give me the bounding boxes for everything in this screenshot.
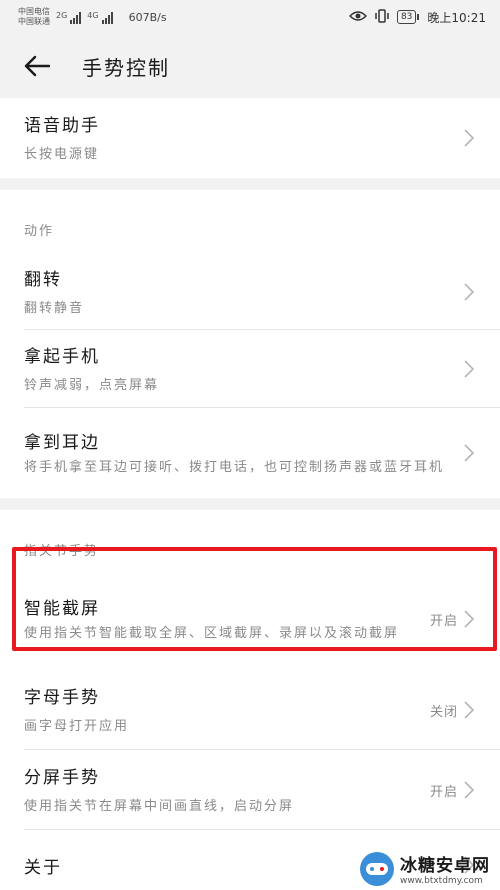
- row-title: 智能截屏: [24, 599, 100, 619]
- eye-icon: [348, 10, 368, 25]
- signal-bars-icon: [70, 11, 82, 24]
- chevron-right-icon: [464, 359, 476, 379]
- section-gap: [0, 178, 500, 190]
- row-title: 拿起手机: [24, 347, 100, 367]
- row-title: 字母手势: [24, 688, 100, 708]
- row-flip[interactable]: 翻转 翻转静音: [0, 254, 500, 330]
- row-right: [464, 128, 476, 148]
- status-right: 83 晚上10:21: [348, 8, 486, 26]
- status-value: 开启: [429, 613, 458, 629]
- row-right: 关闭: [430, 700, 476, 720]
- signal-bars-icon: [101, 11, 113, 24]
- row-right: [464, 443, 476, 463]
- row-title: 翻转: [24, 270, 62, 290]
- header: 手势控制: [0, 34, 500, 98]
- chevron-right-icon: [464, 443, 476, 463]
- row-text: 智能截屏 使用指关节智能截取全屏、区域截屏、录屏以及滚动截屏: [24, 594, 416, 644]
- page-title: 手势控制: [82, 55, 170, 80]
- status-value: 开启: [429, 784, 458, 800]
- row-text: 字母手势 画字母打开应用: [24, 683, 416, 737]
- row-right: 开启: [430, 609, 476, 629]
- carrier-1: 中国电信: [18, 7, 50, 16]
- row-text: 分屏手势 使用指关节在屏幕中间画直线，启动分屏: [24, 763, 416, 817]
- row-subtitle: 将手机拿至耳边可接听、拨打电话，也可控制扬声器或蓝牙耳机: [24, 460, 445, 475]
- network-type-1: 2G: [56, 10, 68, 20]
- knuckle-section: 指关节手势 智能截屏 使用指关节智能截取全屏、区域截屏、录屏以及滚动截屏 开启 …: [0, 510, 500, 890]
- row-text: 拿起手机 铃声减弱，点亮屏幕: [24, 342, 450, 396]
- row-right: [464, 282, 476, 302]
- watermark-text: 冰糖安卓网 www.btxtdmy.com: [400, 851, 490, 886]
- chevron-right-icon: [464, 700, 476, 720]
- watermark-url: www.btxtdmy.com: [400, 876, 483, 886]
- row-pick-up-phone[interactable]: 拿起手机 铃声减弱，点亮屏幕: [0, 330, 500, 408]
- signal-1: 2G: [56, 10, 82, 24]
- section-label-knuckle: 指关节手势: [0, 510, 500, 568]
- row-smart-screenshot[interactable]: 智能截屏 使用指关节智能截取全屏、区域截屏、录屏以及滚动截屏 开启: [0, 568, 500, 670]
- watermark: 冰糖安卓网 www.btxtdmy.com: [360, 851, 490, 886]
- row-title: 语音助手: [24, 116, 100, 136]
- chevron-right-icon: [464, 780, 476, 800]
- row-subtitle: 使用指关节在屏幕中间画直线，启动分屏: [24, 799, 295, 814]
- row-text: 语音助手 长按电源键: [24, 111, 450, 165]
- row-subtitle: 铃声减弱，点亮屏幕: [24, 378, 160, 393]
- row-subtitle: 使用指关节智能截取全屏、区域截屏、录屏以及滚动截屏: [24, 626, 400, 641]
- row-title: 拿到耳边: [24, 433, 100, 453]
- row-subtitle: 翻转静音: [24, 301, 85, 316]
- row-subtitle: 画字母打开应用: [24, 719, 130, 734]
- row-subtitle: 长按电源键: [24, 147, 100, 162]
- section-gap: [0, 498, 500, 510]
- chevron-right-icon: [464, 282, 476, 302]
- carrier-2: 中国联通: [18, 17, 50, 26]
- battery-icon: 83: [396, 10, 420, 24]
- signal-2: 4G: [87, 10, 113, 24]
- status-bar: 中国电信 中国联通 2G 4G 607B/s 83 晚上10:21: [0, 0, 500, 34]
- back-arrow-icon[interactable]: [22, 51, 52, 81]
- carrier-names: 中国电信 中国联通: [18, 7, 50, 27]
- net-speed: 607B/s: [128, 10, 167, 24]
- row-title: 分屏手势: [24, 768, 100, 788]
- actions-section: 动作 翻转 翻转静音 拿起手机 铃声减弱，点亮屏幕 拿到耳边 将手机拿至耳边可接…: [0, 190, 500, 498]
- watermark-logo-icon: [360, 851, 394, 886]
- row-letter-gesture[interactable]: 字母手势 画字母打开应用 关闭: [0, 670, 500, 750]
- watermark-title: 冰糖安卓网: [400, 856, 490, 876]
- row-right: 开启: [430, 780, 476, 800]
- row-right: [464, 359, 476, 379]
- section-label-actions: 动作: [0, 190, 500, 254]
- row-raise-to-ear[interactable]: 拿到耳边 将手机拿至耳边可接听、拨打电话，也可控制扬声器或蓝牙耳机: [0, 408, 500, 498]
- chevron-right-icon: [464, 128, 476, 148]
- vibrate-icon: [374, 8, 390, 26]
- status-value: 关闭: [429, 704, 458, 720]
- row-text: 翻转 翻转静音: [24, 265, 450, 319]
- network-type-2: 4G: [87, 10, 99, 20]
- row-split-screen-gesture[interactable]: 分屏手势 使用指关节在屏幕中间画直线，启动分屏 开启: [0, 750, 500, 830]
- row-voice-assistant[interactable]: 语音助手 长按电源键: [0, 98, 500, 178]
- voice-card: 语音助手 长按电源键: [0, 98, 500, 178]
- status-left: 中国电信 中国联通 2G 4G 607B/s: [18, 7, 167, 27]
- row-text: 拿到耳边 将手机拿至耳边可接听、拨打电话，也可控制扬声器或蓝牙耳机: [24, 428, 450, 478]
- status-time: 晚上10:21: [427, 10, 486, 25]
- chevron-right-icon: [464, 609, 476, 629]
